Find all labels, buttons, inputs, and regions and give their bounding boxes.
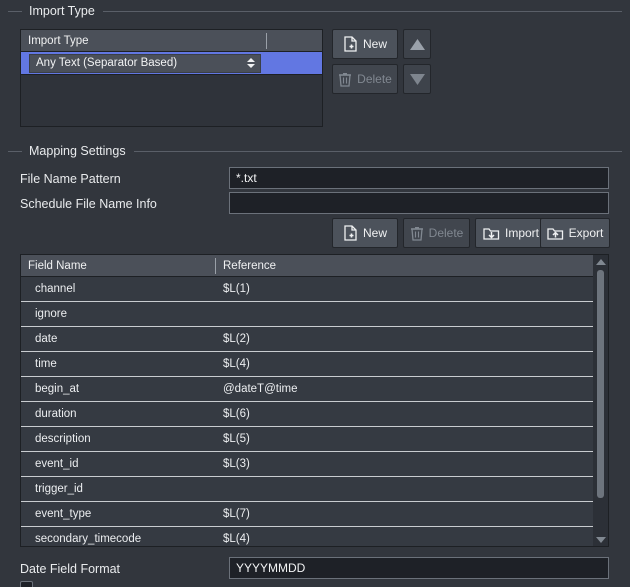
table-cell-field-name: description [21,433,216,445]
table-row[interactable]: secondary_timecode$L(4) [21,527,608,547]
triangle-down-glyph [247,64,255,68]
scroll-up-glyph [596,259,606,265]
schedule-file-name-info-label: Schedule File Name Info [20,197,157,211]
table-row[interactable]: trigger_id [21,477,608,502]
triangle-up-icon [409,38,426,51]
file-name-pattern-input[interactable]: *.txt [229,167,609,189]
import-type-list[interactable]: Import Type Any Text (Separator Based) [20,29,323,127]
mapping-table-scrollbar[interactable] [593,255,608,546]
import-type-new-button[interactable]: New [332,29,398,59]
table-cell-field-name: date [21,333,216,345]
schedule-file-name-info-input[interactable] [229,192,609,214]
table-cell-field-name: event_type [21,508,216,520]
table-cell-field-name: secondary_timecode [21,533,216,545]
table-cell-reference: $L(1) [216,283,608,295]
folder-export-icon [547,226,564,241]
table-cell-reference: $L(2) [216,333,608,345]
table-row[interactable]: channel$L(1) [21,277,608,302]
table-row[interactable]: event_id$L(3) [21,452,608,477]
mapping-table-scroll-track[interactable] [593,268,608,533]
table-cell-reference: $L(4) [216,533,608,545]
mapping-table-body: channel$L(1)ignoredate$L(2)time$L(4)begi… [21,277,608,547]
mapping-new-button-label: New [363,226,387,240]
import-type-column-header[interactable]: Import Type [21,30,266,51]
table-cell-field-name: ignore [21,308,216,320]
import-type-new-button-label: New [363,37,387,51]
table-cell-reference: $L(4) [216,358,608,370]
mapping-export-button-label: Export [569,226,604,240]
import-type-column-header-2[interactable] [267,30,322,51]
table-row[interactable]: date$L(2) [21,327,608,352]
table-row[interactable]: description$L(5) [21,427,608,452]
date-field-format-input[interactable]: YYYYMMDD [229,557,609,579]
mapping-table-column-field-name[interactable]: Field Name [21,255,215,276]
import-type-group-legend: Import Type [8,4,622,18]
import-type-selected-row[interactable]: Any Text (Separator Based) [21,52,322,75]
mapping-table[interactable]: Field Name Reference channel$L(1) ignore d… [20,254,609,547]
mapping-import-button[interactable]: Import [475,218,547,248]
triangle-down-icon [409,73,426,86]
mapping-settings-group-title: Mapping Settings [29,144,126,158]
updown-arrows-icon[interactable] [246,58,256,68]
mapping-new-button[interactable]: New [332,218,398,248]
import-type-group-title: Import Type [29,4,95,18]
table-row[interactable]: event_type$L(7) [21,502,608,527]
table-row[interactable]: duration$L(6) [21,402,608,427]
scroll-down-arrow-icon[interactable] [593,533,608,546]
legend-left-dash-2 [8,151,22,152]
table-cell-reference: $L(7) [216,508,608,520]
table-cell-field-name: channel [21,283,216,295]
import-type-list-header: Import Type [21,30,322,52]
table-cell-field-name: event_id [21,458,216,470]
new-document-icon [343,225,358,241]
legend-rule [103,11,622,12]
file-name-pattern-label: File Name Pattern [20,172,121,186]
scroll-down-glyph [596,537,606,543]
table-row[interactable]: ignore [21,302,608,327]
table-row[interactable]: begin_at@dateT@time [21,377,608,402]
table-cell-field-name: begin_at [21,383,216,395]
trash-icon [410,225,424,241]
date-field-format-value: YYYYMMDD [236,561,305,575]
mapping-delete-button[interactable]: Delete [403,218,470,248]
table-cell-field-name: trigger_id [21,483,216,495]
date-field-format-label: Date Field Format [20,562,120,576]
mapping-delete-button-label: Delete [429,226,464,240]
import-type-combobox[interactable]: Any Text (Separator Based) [29,54,261,73]
mapping-import-button-label: Import [505,226,539,240]
import-type-delete-button-label: Delete [357,72,392,86]
mapping-export-button[interactable]: Export [540,218,610,248]
table-cell-field-name: time [21,358,216,370]
import-type-list-body: Any Text (Separator Based) [21,52,322,75]
table-cell-reference: @dateT@time [216,383,608,395]
folder-import-icon [483,226,500,241]
scroll-up-arrow-icon[interactable] [593,255,608,268]
import-type-move-down-button[interactable] [403,64,431,94]
bottom-checkbox[interactable] [20,581,33,587]
import-type-move-up-button[interactable] [403,29,431,59]
new-document-icon [343,36,358,52]
table-cell-reference: $L(3) [216,458,608,470]
legend-rule-2 [134,151,622,152]
mapping-table-column-reference[interactable]: Reference [216,255,608,276]
mapping-table-header: Field Name Reference [21,255,608,277]
import-type-settings-panel: Import Type Import Type Any Text (Separa… [0,0,630,587]
table-cell-field-name: duration [21,408,216,420]
table-cell-reference: $L(6) [216,408,608,420]
legend-left-dash [8,11,22,12]
table-cell-reference: $L(5) [216,433,608,445]
file-name-pattern-value: *.txt [236,171,257,185]
import-type-combobox-value: Any Text (Separator Based) [36,57,246,69]
triangle-up-glyph [247,58,255,62]
mapping-settings-group-legend: Mapping Settings [8,144,622,158]
table-row[interactable]: time$L(4) [21,352,608,377]
mapping-table-scroll-thumb[interactable] [597,270,604,498]
trash-icon [338,71,352,87]
import-type-delete-button[interactable]: Delete [332,64,398,94]
